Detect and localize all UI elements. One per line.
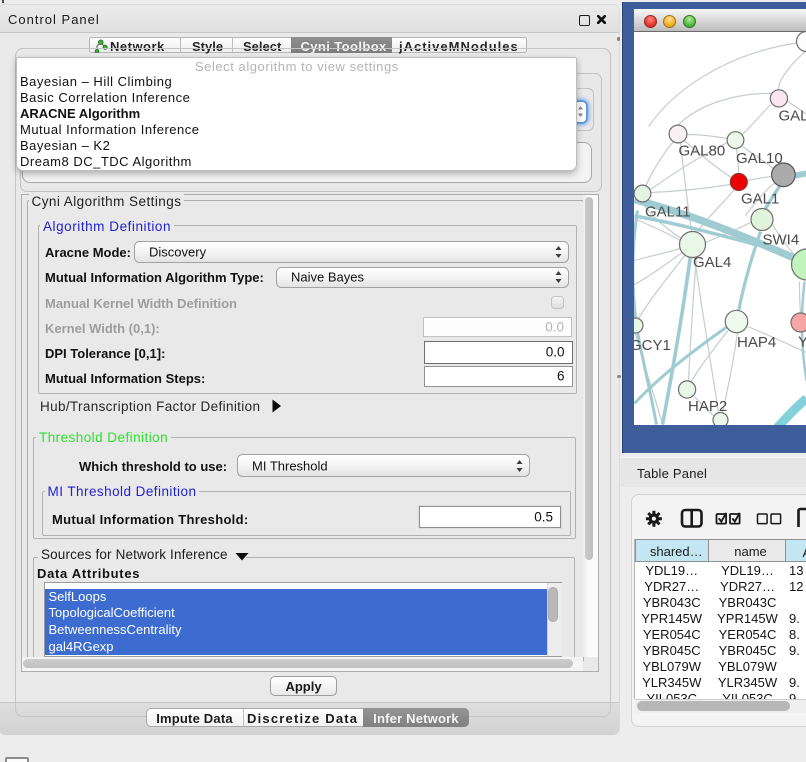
svg-text:SWI4: SWI4 <box>762 231 799 248</box>
svg-text:GAL1: GAL1 <box>741 190 779 207</box>
svg-text:HAP4: HAP4 <box>737 334 776 351</box>
svg-text:Y: Y <box>798 333 806 350</box>
svg-text:HAP2: HAP2 <box>688 398 727 415</box>
svg-text:GCY1: GCY1 <box>634 337 671 354</box>
svg-text:GAL80: GAL80 <box>678 142 725 159</box>
svg-text:GAL11: GAL11 <box>645 203 691 220</box>
svg-text:GAL4: GAL4 <box>693 254 731 271</box>
svg-text:GAL7: GAL7 <box>778 107 806 124</box>
svg-text:GAL10: GAL10 <box>736 150 783 167</box>
